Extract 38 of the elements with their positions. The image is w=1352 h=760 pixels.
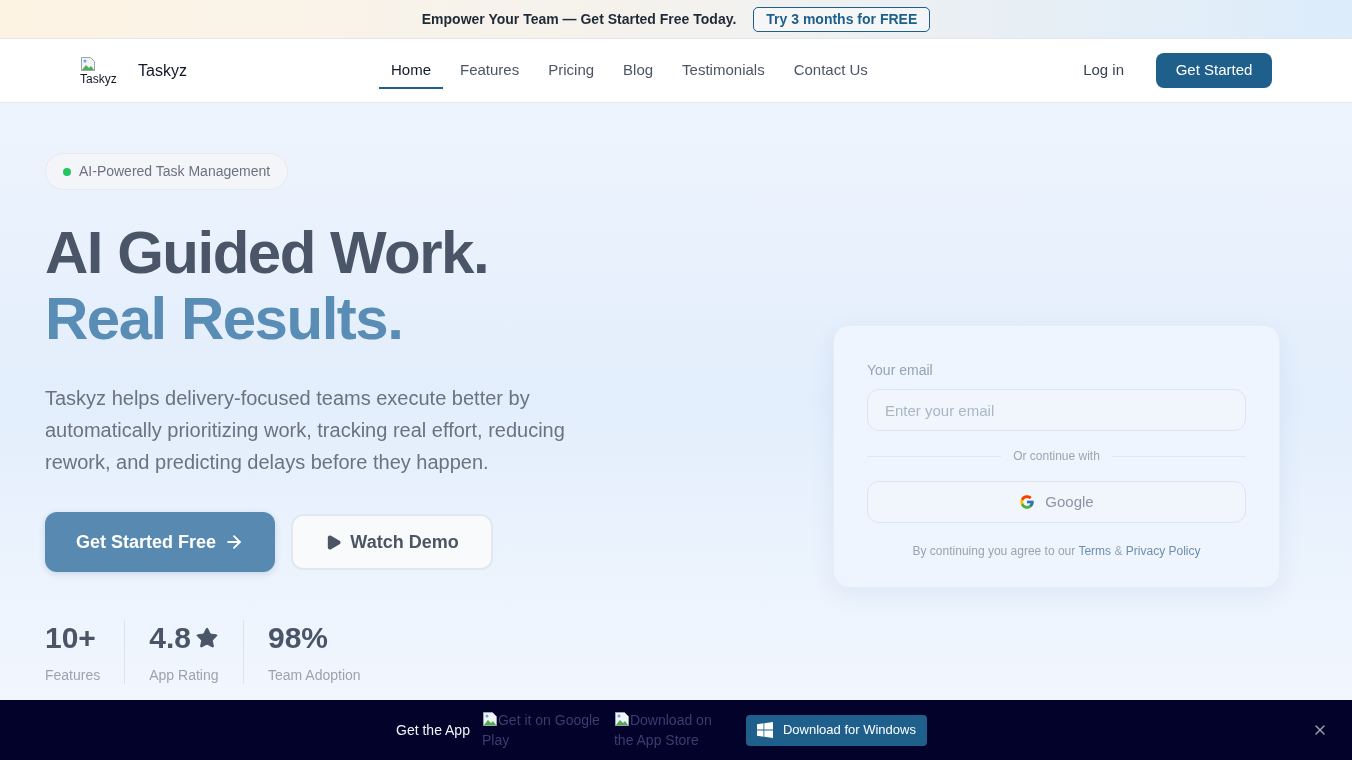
hero-description: Taskyz helps delivery-focused teams execute better by automatically prioritizing work, tracking real effort, reducing rework, and predicting delays before they happen. xyxy=(45,386,566,475)
star-icon xyxy=(194,626,219,650)
headline-accent: Real Results. xyxy=(45,286,404,352)
get-started-button[interactable]: Get Started xyxy=(1156,53,1272,88)
nav-link[interactable]: Features xyxy=(448,52,532,89)
nav-link[interactable]: Pricing xyxy=(536,52,607,89)
stat-label: Features xyxy=(45,666,101,684)
download-windows-button[interactable]: Download for Windows xyxy=(745,714,927,746)
stat-value: 98% xyxy=(267,620,328,656)
google-g-icon xyxy=(1019,494,1036,510)
legal-text: By continuing you agree to our Terms & Privacy Policy xyxy=(911,543,1202,560)
stat-value: 10+ xyxy=(45,620,96,656)
broken-image-icon xyxy=(613,711,630,727)
get-started-free-button[interactable]: Get Started Free xyxy=(45,512,275,572)
watch-demo-button[interactable]: Watch Demo xyxy=(291,514,493,570)
broken-image-icon xyxy=(481,711,498,727)
nav-link[interactable]: Blog xyxy=(611,52,666,89)
nav-link[interactable]: Home xyxy=(379,52,443,89)
divider-text: Or continue with xyxy=(1013,448,1100,465)
stat-value: 4.8 xyxy=(149,620,191,656)
login-link[interactable]: Log in xyxy=(1083,59,1124,82)
logo-alt-text: Taskyz xyxy=(80,71,117,86)
headline: AI Guided Work. xyxy=(45,220,489,286)
windows-logo-icon xyxy=(756,722,773,738)
stat-label: App Rating xyxy=(149,666,219,684)
play-icon xyxy=(325,533,343,551)
email-field[interactable]: Enter your email xyxy=(867,389,1246,431)
arrow-right-icon xyxy=(224,532,244,552)
badge-text: AI-Powered Task Management xyxy=(79,162,271,181)
stat-label: Team Adoption xyxy=(267,666,361,684)
nav-link[interactable]: Testimonials xyxy=(670,52,777,89)
email-label: Your email xyxy=(867,361,934,380)
get-app-label: Get the App xyxy=(396,720,470,740)
broken-image-icon xyxy=(80,55,96,72)
promo-text: Empower Your Team — Get Started Free Today. xyxy=(421,9,737,29)
trial-button[interactable]: Try 3 months for FREE xyxy=(753,6,931,32)
brand-name[interactable]: Taskyz xyxy=(138,58,187,83)
nav-link[interactable]: Contact Us xyxy=(781,52,880,89)
